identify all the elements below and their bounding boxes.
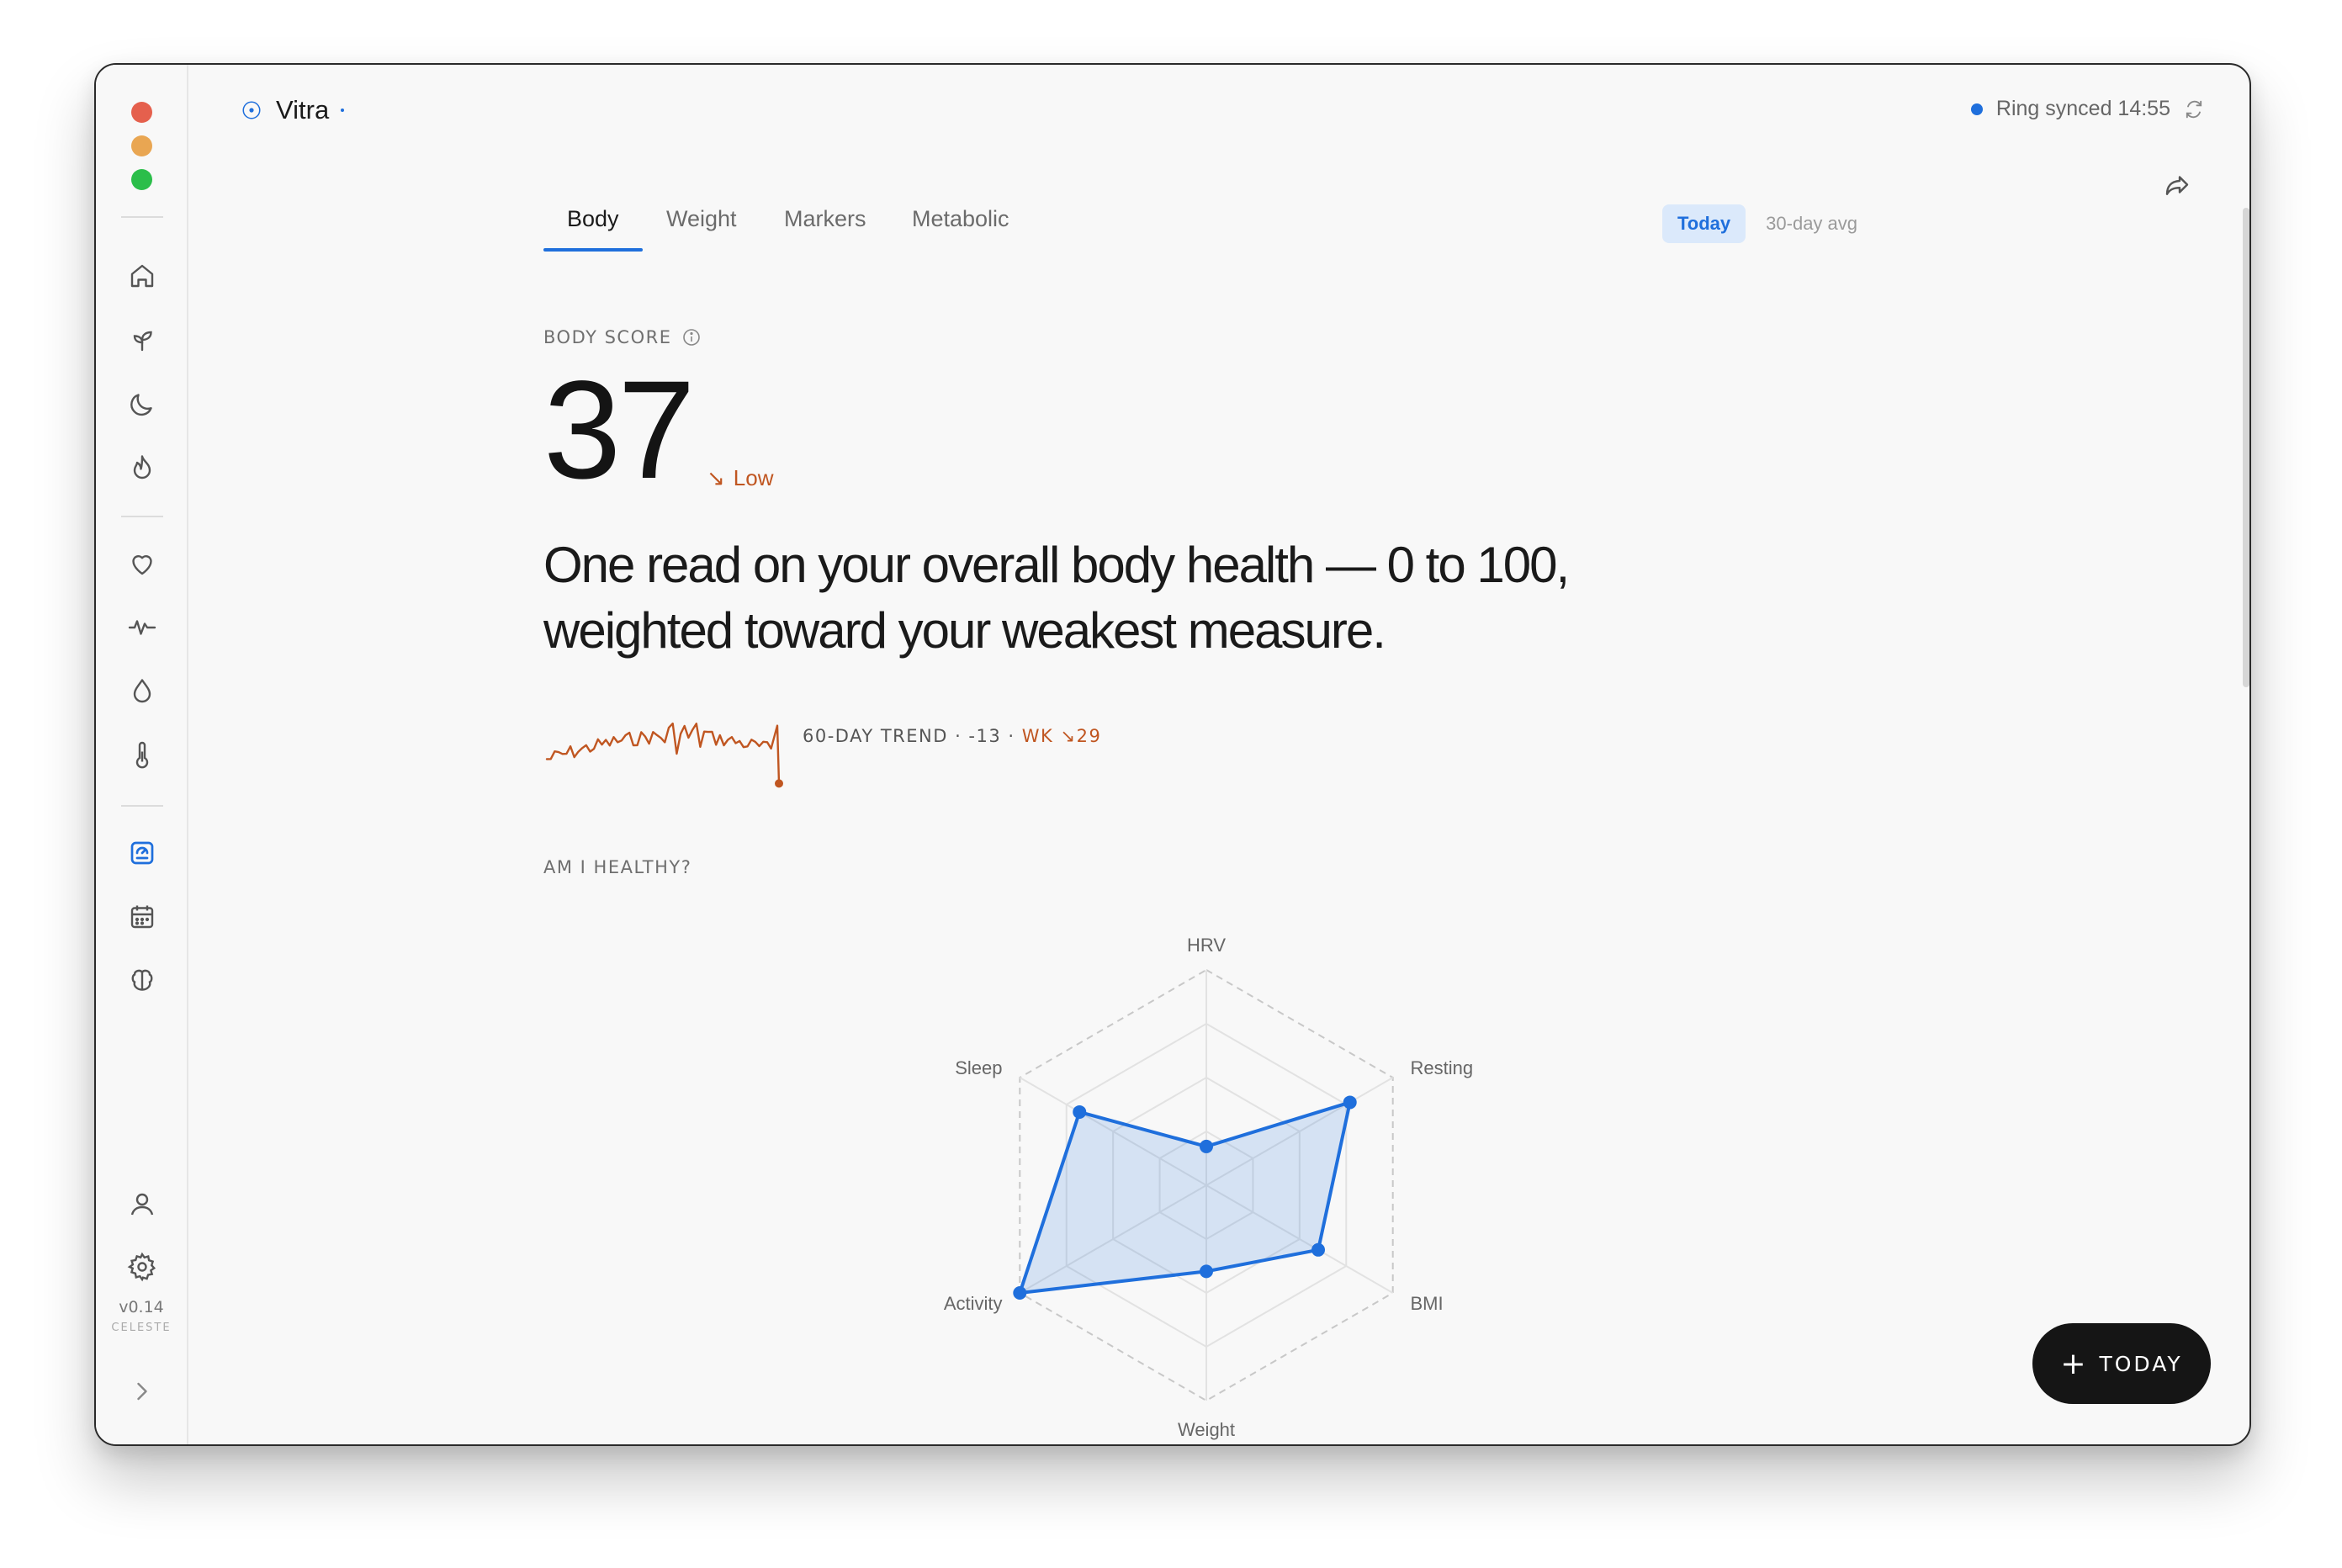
score-status: ↘ Low [707, 465, 774, 491]
radar-axis-label-resting-hr: Resting HR [1410, 1057, 1476, 1078]
range-toggle: Today 30-day avg [1662, 204, 1873, 243]
home-icon[interactable] [126, 260, 158, 292]
heart-icon[interactable] [126, 548, 158, 580]
radar-point-resting-hr[interactable] [1343, 1095, 1357, 1110]
sync-text: Ring synced 14:55 [1995, 97, 2170, 120]
body-score-label: BODY SCORE [543, 327, 672, 347]
refresh-icon[interactable] [2182, 98, 2206, 121]
trend-endpoint [775, 779, 783, 788]
app-window: v0.14 CELESTE Vitra Ring synced 14:55 Bo… [94, 63, 2251, 1446]
sidebar-divider [121, 216, 163, 218]
info-icon[interactable] [681, 327, 702, 347]
app-title-bar: Vitra [241, 95, 345, 125]
tab-metabolic[interactable]: Metabolic [912, 206, 1009, 232]
range-today-button[interactable]: Today [1662, 204, 1746, 243]
sprout-icon[interactable] [126, 324, 158, 356]
body-score-value: 37 [543, 352, 696, 508]
app-title: Vitra [276, 95, 330, 124]
app-logo-icon [242, 101, 261, 119]
radar-point-activity[interactable] [1013, 1286, 1027, 1300]
sidebar-divider [121, 516, 163, 517]
plus-icon: + [2060, 1346, 2086, 1381]
sync-indicator [1970, 103, 1983, 115]
scrollbar[interactable] [2243, 208, 2249, 687]
version-label: v0.14 [119, 1298, 164, 1316]
trend-label: 60-DAY TREND · -13 · [803, 726, 1015, 746]
radar-axis-label-activity: Activity [944, 1293, 1003, 1314]
radar-series-area [1018, 1100, 1352, 1295]
radar-point-bmi[interactable] [1311, 1242, 1326, 1257]
score-description: One read on your overall body health — 0… [543, 537, 1570, 659]
radar-point-hrv[interactable] [1200, 1139, 1213, 1153]
sidebar: v0.14 CELESTE [96, 65, 188, 1444]
gear-icon[interactable] [126, 1251, 158, 1283]
trend-week-change: WK ↘29 [1021, 726, 1102, 746]
add-today-button[interactable]: + TODAY [2032, 1323, 2211, 1404]
trend-sparkline [545, 722, 783, 788]
tab-weight[interactable]: Weight [666, 206, 737, 232]
window-maximize-button[interactable] [131, 169, 152, 190]
radar-axis-label-weight: Weight [1178, 1419, 1235, 1440]
scale-icon[interactable] [126, 837, 158, 869]
health-radar-chart: HRV Resting HR BMI Weight Activity Sleep [944, 935, 1476, 1440]
user-icon[interactable] [126, 1189, 158, 1221]
score-status-label: Low [733, 465, 774, 490]
healthy-section-label: AM I HEALTHY? [543, 857, 692, 877]
moon-icon[interactable] [126, 388, 158, 420]
radar-axis-label-sleep: Sleep [955, 1057, 1002, 1078]
sidebar-divider [121, 805, 163, 807]
radar-point-weight[interactable] [1200, 1264, 1213, 1279]
tab-body[interactable]: Body [567, 206, 619, 232]
brain-icon[interactable] [126, 965, 158, 997]
radar-axis-label-hrv: HRV [1187, 935, 1226, 956]
share-icon[interactable] [2162, 171, 2192, 201]
pulse-icon[interactable] [126, 612, 158, 644]
codename-label: CELESTE [111, 1322, 172, 1334]
range-30day-button[interactable]: 30-day avg [1751, 204, 1873, 243]
add-today-label: TODAY [2099, 1351, 2183, 1376]
sync-status: Ring synced 14:55 [1970, 97, 2206, 121]
body-score-header: BODY SCORE [543, 327, 702, 347]
calendar-icon[interactable] [126, 901, 158, 933]
chevron-right-icon[interactable] [126, 1375, 158, 1407]
tab-markers[interactable]: Markers [784, 206, 866, 232]
radar-point-sleep[interactable] [1073, 1104, 1087, 1119]
drop-icon[interactable] [126, 675, 158, 707]
window-minimize-button[interactable] [131, 135, 152, 156]
flame-icon[interactable] [126, 452, 158, 484]
active-tab-indicator [543, 248, 643, 252]
trend-caption: 60-DAY TREND · -13 · WK ↘29 [803, 726, 1101, 746]
trend-down-icon: ↘ [707, 465, 725, 490]
status-dot [341, 109, 345, 112]
thermometer-icon[interactable] [126, 739, 158, 771]
radar-axis-label-bmi: BMI [1410, 1293, 1443, 1314]
window-close-button[interactable] [131, 102, 152, 123]
